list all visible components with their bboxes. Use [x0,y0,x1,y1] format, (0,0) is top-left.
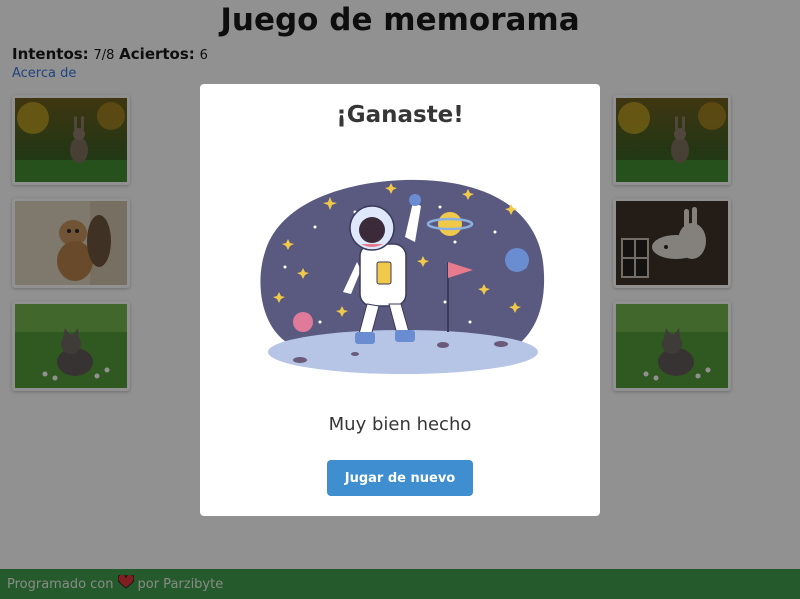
dialog-title: ¡Ganaste! [336,102,464,128]
astronaut-illustration [260,179,545,374]
win-dialog: ¡Ganaste! Muy bien hecho Jugar de nuevo [200,84,600,516]
dialog-subtitle: Muy bien hecho [328,414,472,435]
page: Juego de memorama Intentos: 7/8 Aciertos… [0,0,800,599]
play-again-button[interactable]: Jugar de nuevo [327,460,473,496]
